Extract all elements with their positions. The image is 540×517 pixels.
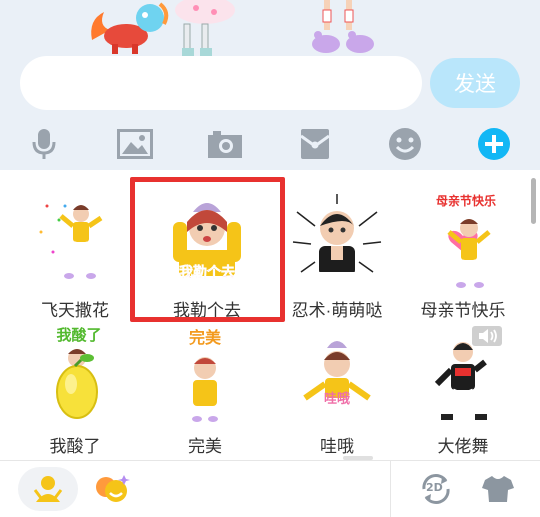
sticker-overlay-text: 哇哦 [323,391,350,406]
image-icon [117,129,153,159]
sound-badge [472,326,502,346]
avatar-sticker-icon [33,476,63,502]
message-input[interactable] [20,56,422,110]
2d-label: 2D [426,481,443,494]
send-button[interactable]: 发送 [430,58,520,108]
speaker-icon [479,329,497,343]
wow-girl-sticker [303,341,371,412]
sticker-label: 哇哦 [320,437,354,456]
sticker-label: 大佬舞 [437,437,489,456]
sticker-item-mothers-day[interactable]: 母亲节快乐 母亲节快乐 [398,184,528,324]
sticker-item-boss-dance[interactable]: 大佬舞 [398,320,528,460]
plus-icon [478,128,510,160]
fire-pet-figure [91,2,169,54]
outfit-button[interactable] [468,467,528,511]
image-button[interactable] [113,122,157,166]
sticker-label: 忍术·萌萌哒 [291,301,383,320]
sticker-item-jealous[interactable]: 我酸了 我酸了 [10,320,140,460]
sticker-overlay-text: 母亲节快乐 [435,194,496,208]
more-button[interactable] [472,122,516,166]
tab-avatar-sticker[interactable] [18,467,78,511]
ninja-boy-sticker [292,194,382,278]
sticker-label: 飞天撒花 [41,301,109,320]
input-toolbar [0,118,540,166]
toggle-2d-button[interactable]: 2D [406,467,466,511]
sticker-overlay-text: 我酸了 [56,327,102,344]
red-packet-button[interactable] [293,122,337,166]
avatar-scene [91,0,374,56]
sticker-item-ninja[interactable]: 忍术·萌萌哒 [272,184,402,324]
selected-sticker-highlight [130,177,285,322]
sticker-overlay-text: 完美 [188,330,221,347]
sticker-label: 母亲节快乐 [420,301,506,320]
sticker-label: 我酸了 [49,437,101,456]
sticker-label: 完美 [188,437,222,456]
camera-button[interactable] [203,122,247,166]
emoji-button[interactable] [383,122,427,166]
sticker-item-fly[interactable]: 飞天撒花 [10,184,140,324]
girl-figure-left [175,0,235,56]
chat-top-area: 发送 [0,0,540,170]
voice-button[interactable] [22,122,66,166]
emoji-icon [389,128,421,160]
sticker-scrollbar[interactable] [531,178,536,224]
tab-emoji-pack[interactable] [82,467,142,511]
sticker-item-wow[interactable]: 哇哦 哇哦 [272,320,402,460]
bottom-divider [390,461,391,517]
camera-icon [208,131,242,158]
red-packet-icon [300,129,330,159]
girl-figure-right [312,0,374,53]
emoji-pack-icon [96,475,130,502]
flying-girl-sticker [39,204,103,279]
message-composer: 发送 [20,56,520,112]
microphone-icon [32,129,56,159]
outfit-icon [482,476,514,502]
sticker-item-perfect[interactable]: 完美 完美 [140,320,270,460]
sticker-category-bar: 2D [0,460,540,517]
